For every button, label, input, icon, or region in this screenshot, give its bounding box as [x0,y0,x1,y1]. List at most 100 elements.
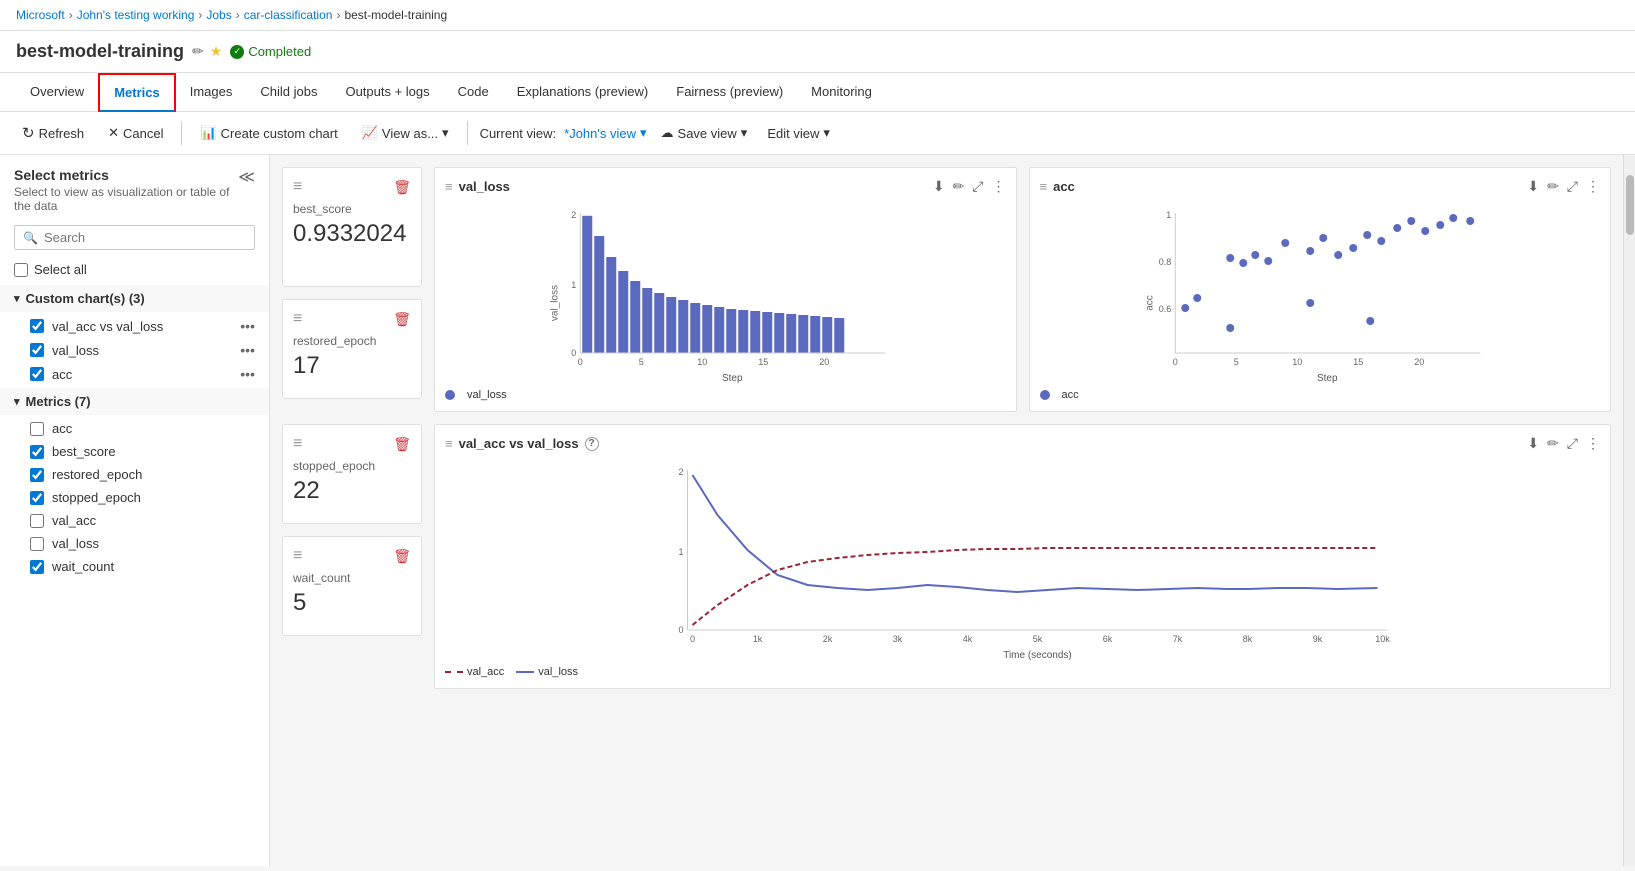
acc-chart-card: ≡ acc ⬇ ✏ ⤢ ⋮ acc 1 0. [1029,167,1612,412]
metric-checkbox-restored-epoch[interactable] [30,468,44,482]
acc-edit-button[interactable]: ✏ [1547,178,1559,195]
val-acc-vs-val-loss-chart-card: ≡ val_acc vs val_loss ? ⬇ ✏ ⤢ ⋮ [434,424,1611,689]
breadcrumb-testing[interactable]: John's testing working [77,8,195,22]
svg-text:Step: Step [722,373,743,383]
metric-label-best-score: best_score [52,444,116,459]
svg-text:Step: Step [1316,373,1337,383]
search-input[interactable] [44,230,246,245]
val-loss-chart-drag: ≡ [445,179,453,194]
tab-metrics[interactable]: Metrics [98,73,176,112]
acc-chart-title: acc [1053,179,1075,194]
svg-text:0: 0 [578,357,583,367]
view-as-button[interactable]: 📈 View as... ▾ [356,121,455,145]
acc-legend-dot [1040,390,1050,400]
val-acc-vs-val-loss-edit-button[interactable]: ✏ [1547,435,1559,452]
custom-chart-more-1[interactable]: ••• [240,342,255,358]
select-all-checkbox[interactable] [14,263,28,277]
metric-checkbox-best-score[interactable] [30,445,44,459]
val-acc-vs-val-loss-download-button[interactable]: ⬇ [1527,435,1539,452]
svg-text:20: 20 [819,357,829,367]
edit-title-button[interactable]: ✏ [192,43,204,60]
svg-text:1k: 1k [753,634,763,644]
svg-text:5: 5 [1233,357,1238,367]
custom-charts-header[interactable]: ▾ Custom chart(s) (3) [0,285,269,312]
metric-card-wait-count: ≡ 🗑 wait_count 5 [282,536,422,636]
select-all-row: Select all [0,258,269,285]
current-view-dropdown[interactable]: *John's view ▾ [564,125,646,141]
val-acc-vs-val-loss-title: val_acc vs val_loss [459,436,579,451]
val-loss-line-legend-label: val_loss [538,666,578,678]
select-all-label: Select all [34,262,87,277]
edit-view-button[interactable]: Edit view ▾ [761,121,836,145]
svg-text:0: 0 [571,348,576,358]
drag-handle-best-score: ≡ [293,178,302,196]
create-chart-button[interactable]: 📊 Create custom chart [194,121,343,145]
metric-checkbox-wait-count[interactable] [30,560,44,574]
cancel-button[interactable]: ✕ Cancel [102,121,169,145]
collapse-panel-button[interactable]: ≪ [238,167,255,187]
view-as-icon: 📈 [362,125,378,141]
val-loss-expand-button[interactable]: ⤢ [972,178,983,195]
tab-overview[interactable]: Overview [16,74,98,111]
metric-card-stopped-epoch: ≡ 🗑 stopped_epoch 22 [282,424,422,524]
left-panel: Select metrics Select to view as visuali… [0,155,270,866]
delete-restored-epoch-button[interactable]: 🗑 [393,311,411,328]
scrollbar-thumb[interactable] [1626,175,1634,235]
acc-more-button[interactable]: ⋮ [1586,178,1600,195]
delete-best-score-button[interactable]: 🗑 [393,179,411,196]
val-loss-more-button[interactable]: ⋮ [992,178,1006,195]
custom-chart-val-acc-vs-val-loss: val_acc vs val_loss ••• [0,314,269,338]
favorite-button[interactable]: ★ [210,43,223,60]
custom-chart-more-0[interactable]: ••• [240,318,255,334]
breadcrumb-microsoft[interactable]: Microsoft [16,8,65,22]
val-acc-vs-val-loss-expand-button[interactable]: ⤢ [1567,435,1578,452]
metric-checkbox-val-loss[interactable] [30,537,44,551]
delete-stopped-epoch-button[interactable]: 🗑 [393,436,411,453]
tab-fairness[interactable]: Fairness (preview) [662,74,797,111]
breadcrumb-car-classification[interactable]: car-classification [244,8,333,22]
val-loss-chart-title: val_loss [459,179,510,194]
tab-code[interactable]: Code [444,74,503,111]
val-loss-chart-card: ≡ val_loss ⬇ ✏ ⤢ ⋮ val_loss [434,167,1017,412]
custom-chart-checkbox-2[interactable] [30,367,44,381]
search-box[interactable]: 🔍 [14,225,255,250]
custom-chart-label-1: val_loss [52,343,99,358]
tab-monitoring[interactable]: Monitoring [797,74,886,111]
refresh-button[interactable]: ↻ Refresh [16,120,90,146]
scrollbar[interactable] [1623,155,1635,866]
tab-child-jobs[interactable]: Child jobs [246,74,331,111]
tab-images[interactable]: Images [176,74,247,111]
val-loss-edit-button[interactable]: ✏ [953,178,965,195]
acc-chart-svg: acc 1 0.8 0.6 [1040,203,1601,383]
metric-checkbox-stopped-epoch[interactable] [30,491,44,505]
metric-label-acc: acc [52,421,72,436]
svg-text:2: 2 [678,467,683,477]
toolbar-divider [181,121,182,145]
svg-text:0.8: 0.8 [1158,257,1171,267]
custom-chart-checkbox-1[interactable] [30,343,44,357]
val-loss-legend-dot [445,390,455,400]
custom-chart-more-2[interactable]: ••• [240,366,255,382]
delete-wait-count-button[interactable]: 🗑 [393,548,411,565]
tab-explanations[interactable]: Explanations (preview) [503,74,663,111]
svg-text:8k: 8k [1243,634,1253,644]
metric-checkbox-acc[interactable] [30,422,44,436]
header-icons: ✏ ★ [192,43,222,60]
val-acc-vs-val-loss-more-button[interactable]: ⋮ [1586,435,1600,452]
tab-outputs-logs[interactable]: Outputs + logs [331,74,443,111]
val-loss-line-legend [516,671,534,673]
restored-epoch-label: restored_epoch [293,334,411,348]
svg-text:4k: 4k [963,634,973,644]
svg-text:1: 1 [678,547,683,557]
acc-expand-button[interactable]: ⤢ [1567,178,1578,195]
acc-download-button[interactable]: ⬇ [1527,178,1539,195]
svg-text:10: 10 [697,357,707,367]
metric-checkbox-val-acc[interactable] [30,514,44,528]
breadcrumb-jobs[interactable]: Jobs [206,8,231,22]
metric-val-loss: val_loss [0,532,269,555]
val-loss-download-button[interactable]: ⬇ [933,178,945,195]
metrics-group-header[interactable]: ▾ Metrics (7) [0,388,269,415]
save-view-button[interactable]: ☁ Save view ▾ [655,121,754,145]
custom-chart-checkbox-0[interactable] [30,319,44,333]
search-icon: 🔍 [23,231,38,245]
